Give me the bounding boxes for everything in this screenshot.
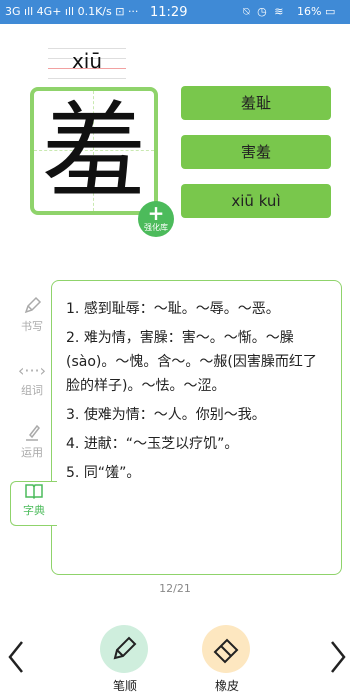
chevron-right-icon	[331, 641, 346, 673]
add-to-strengthen-button[interactable]: + 强化库	[138, 201, 174, 237]
side-tab-usage[interactable]: 运用	[12, 422, 52, 460]
clock: 11:29	[150, 5, 188, 20]
side-tab-words[interactable]: ‹···› 组词	[12, 360, 52, 398]
definition-item: 5. 同“馐”。	[66, 465, 141, 481]
eraser-icon	[202, 625, 250, 673]
character-card[interactable]: 羞	[30, 87, 158, 215]
definition-item: 4. 进献：“～玉芝以疗饥”。	[66, 436, 239, 452]
word-button-2[interactable]: 害羞	[181, 135, 331, 169]
pen-icon	[100, 625, 148, 673]
definition-item: 1. 感到耻辱：～耻。～辱。～恶。	[66, 301, 280, 317]
definition-item: 3. 使难为情：～人。你别～我。	[66, 407, 266, 423]
side-tab-label: 运用	[21, 446, 43, 459]
next-button[interactable]	[326, 640, 350, 674]
side-tab-label: 组词	[21, 384, 43, 397]
network-status: 3G ıll 4G+ ıll 0.1K/s ⊡ ···	[5, 5, 139, 18]
battery-status: 16% ▭	[297, 5, 336, 18]
side-tab-write[interactable]: 书写	[12, 296, 52, 334]
side-tab-label: 书写	[21, 320, 43, 333]
eraser-label: 橡皮	[214, 679, 239, 693]
word-button-3[interactable]: xiū kuì	[181, 184, 331, 218]
book-icon	[11, 482, 57, 502]
word-button-1[interactable]: 羞耻	[181, 86, 331, 120]
page-indicator: 12/21	[159, 582, 191, 595]
side-tab-dictionary[interactable]: 字典	[10, 481, 57, 526]
previous-button[interactable]	[4, 640, 28, 674]
brush-icon	[12, 422, 52, 444]
stroke-order-label: 笔顺	[112, 679, 137, 693]
pinyin-box: xiū	[48, 46, 126, 80]
side-tab-label: 字典	[23, 504, 45, 517]
strengthen-label: 强化库	[144, 223, 168, 232]
pen-icon	[12, 296, 52, 318]
status-bar: 3G ıll 4G+ ıll 0.1K/s ⊡ ··· 11:29 ⍉ ◷ ≋ …	[0, 0, 350, 24]
stroke-order-button[interactable]: 笔顺	[100, 625, 150, 694]
pinyin: xiū	[71, 49, 103, 73]
system-icons: ⍉ ◷ ≋	[243, 5, 286, 18]
definition-item: 2. 难为情，害臊：害～。～惭。～臊(sào)。～愧。含～。～赧(因害臊而红了脸…	[66, 330, 317, 394]
code-icon: ‹···›	[17, 361, 47, 380]
plus-icon: +	[147, 201, 165, 225]
chevron-left-icon	[8, 641, 23, 673]
eraser-button[interactable]: 橡皮	[202, 625, 252, 694]
character-glyph: 羞	[41, 90, 146, 212]
definition-panel[interactable]: 1. 感到耻辱：～耻。～辱。～恶。 2. 难为情，害臊：害～。～惭。～臊(sào…	[51, 280, 342, 575]
definition-list: 1. 感到耻辱：～耻。～辱。～恶。 2. 难为情，害臊：害～。～惭。～臊(sào…	[66, 297, 328, 490]
